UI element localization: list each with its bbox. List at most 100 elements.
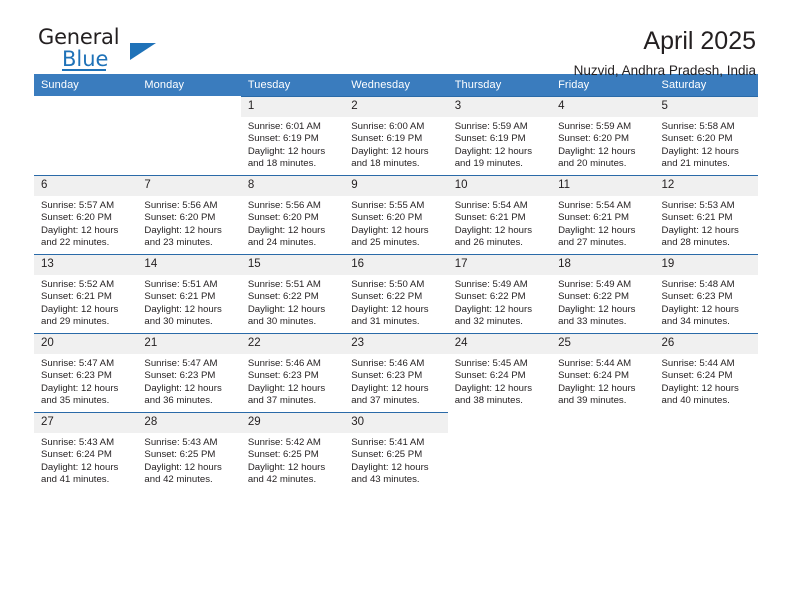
calendar-cell-inner: 16 Sunrise: 5:50 AM Sunset: 6:22 PM Dayligh…: [344, 254, 448, 333]
calendar-day-cell[interactable]: 13 Sunrise: 5:52 AM Sunset: 6:21 PM Dayligh…: [34, 254, 138, 333]
daylight-duration-line2: and 42 minutes.: [247, 474, 317, 486]
daylight-duration-line2: and 36 minutes.: [144, 395, 213, 407]
day-details: Sunrise: 6:01 AM Sunset: 6:19 PM Daylight:…: [241, 117, 344, 171]
sunset-time: Sunset: 6:21 PM: [661, 212, 733, 224]
day-details: Sunrise: 5:47 AM Sunset: 6:23 PM Daylight:…: [34, 354, 137, 408]
logo-underline: [62, 69, 106, 71]
daylight-duration-line1: Daylight: 12 hours: [454, 145, 533, 157]
day-number: 7: [137, 176, 241, 196]
calendar-day-cell[interactable]: 9 Sunrise: 5:55 AM Sunset: 6:20 PM Daylight…: [344, 175, 448, 254]
calendar-day-cell[interactable]: 26 Sunrise: 5:44 AM Sunset: 6:24 PM Dayligh…: [654, 333, 758, 412]
calendar-day-cell[interactable]: 25 Sunrise: 5:44 AM Sunset: 6:24 PM Dayligh…: [551, 333, 655, 412]
calendar-day-cell[interactable]: 10 Sunrise: 5:54 AM Sunset: 6:21 PM Dayligh…: [447, 175, 552, 254]
sunrise-time: Sunrise: 6:00 AM: [351, 121, 425, 132]
calendar-day-cell[interactable]: 15 Sunrise: 5:51 AM Sunset: 6:22 PM Dayligh…: [240, 254, 345, 333]
day-number: 28: [137, 413, 241, 433]
calendar-day-cell[interactable]: 20 Sunrise: 5:47 AM Sunset: 6:23 PM Dayligh…: [34, 333, 138, 412]
day-number: 23: [344, 334, 448, 354]
day-details: Sunrise: 5:57 AM Sunset: 6:20 PM Daylight:…: [34, 196, 137, 250]
sunrise-time: Sunrise: 5:49 AM: [558, 279, 632, 290]
sunrise-time: Sunrise: 5:44 AM: [661, 358, 735, 369]
daylight-duration-line1: Daylight: 12 hours: [351, 382, 429, 394]
daylight-duration-line1: Daylight: 12 hours: [558, 145, 636, 157]
daylight-duration-line2: and 24 minutes.: [247, 237, 317, 249]
calendar-day-cell[interactable]: 29 Sunrise: 5:42 AM Sunset: 6:25 PM Dayligh…: [240, 412, 345, 491]
calendar-day-cell[interactable]: 7 Sunrise: 5:56 AM Sunset: 6:20 PM Daylight…: [137, 175, 241, 254]
sunset-time: Sunset: 6:24 PM: [41, 449, 112, 461]
day-number: 12: [654, 176, 758, 196]
day-details: Sunrise: 5:41 AM Sunset: 6:25 PM Daylight:…: [344, 433, 447, 487]
daylight-duration-line1: Daylight: 12 hours: [41, 382, 119, 394]
calendar-day-cell[interactable]: 3 Sunrise: 5:59 AM Sunset: 6:19 PM Daylight…: [447, 96, 552, 175]
daylight-duration-line2: and 37 minutes.: [247, 395, 317, 407]
calendar-empty-cell: [137, 96, 241, 175]
daylight-duration-line1: Daylight: 12 hours: [41, 303, 119, 315]
calendar-day-cell[interactable]: 23 Sunrise: 5:46 AM Sunset: 6:23 PM Dayligh…: [344, 333, 448, 412]
calendar-day-cell[interactable]: 4 Sunrise: 5:59 AM Sunset: 6:20 PM Daylight…: [551, 96, 655, 175]
calendar-day-cell[interactable]: 24 Sunrise: 5:45 AM Sunset: 6:24 PM Dayligh…: [447, 333, 552, 412]
day-number: 2: [344, 97, 448, 117]
sunset-time: Sunset: 6:21 PM: [41, 291, 112, 303]
calendar-page: General Blue April 2025 Nuzvid, Andhra P…: [0, 0, 792, 612]
calendar-day-cell[interactable]: 27 Sunrise: 5:43 AM Sunset: 6:24 PM Dayligh…: [34, 412, 138, 491]
calendar-day-cell[interactable]: 22 Sunrise: 5:46 AM Sunset: 6:23 PM Dayligh…: [240, 333, 345, 412]
sunrise-time: Sunrise: 5:43 AM: [144, 437, 218, 448]
day-number: 29: [240, 413, 345, 433]
sunset-time: Sunset: 6:22 PM: [558, 291, 630, 303]
calendar-cell-inner: 6 Sunrise: 5:57 AM Sunset: 6:20 PM Daylight…: [34, 175, 138, 254]
calendar-cell-inner: 30 Sunrise: 5:41 AM Sunset: 6:25 PM Dayligh…: [344, 412, 448, 491]
day-details: Sunrise: 5:46 AM Sunset: 6:23 PM Daylight:…: [344, 354, 447, 408]
daylight-duration-line2: and 40 minutes.: [661, 395, 730, 407]
calendar-day-cell[interactable]: 12 Sunrise: 5:53 AM Sunset: 6:21 PM Dayligh…: [654, 175, 758, 254]
sunset-time: Sunset: 6:19 PM: [351, 133, 423, 145]
daylight-duration-line1: Daylight: 12 hours: [144, 303, 222, 315]
weekday-header-tuesday: Tuesday: [240, 74, 345, 96]
daylight-duration-line1: Daylight: 12 hours: [144, 461, 222, 473]
page-title: April 2025: [643, 27, 756, 55]
calendar-day-cell[interactable]: 16 Sunrise: 5:50 AM Sunset: 6:22 PM Dayligh…: [344, 254, 448, 333]
sunset-time: Sunset: 6:22 PM: [247, 291, 319, 303]
day-number: 18: [551, 255, 655, 275]
calendar-day-cell[interactable]: 17 Sunrise: 5:49 AM Sunset: 6:22 PM Dayligh…: [447, 254, 552, 333]
calendar-day-cell[interactable]: 18 Sunrise: 5:49 AM Sunset: 6:22 PM Dayligh…: [551, 254, 655, 333]
daylight-duration-line1: Daylight: 12 hours: [41, 224, 119, 236]
daylight-duration-line2: and 30 minutes.: [247, 316, 317, 328]
day-number: 10: [447, 176, 552, 196]
logo-text-general: General: [38, 25, 120, 49]
sunset-time: Sunset: 6:20 PM: [144, 212, 216, 224]
calendar-day-cell[interactable]: 1 Sunrise: 6:01 AM Sunset: 6:19 PM Daylight…: [240, 96, 345, 175]
calendar-week-row: 13 Sunrise: 5:52 AM Sunset: 6:21 PM Dayligh…: [34, 254, 758, 333]
calendar-day-cell[interactable]: 11 Sunrise: 5:54 AM Sunset: 6:21 PM Dayligh…: [551, 175, 655, 254]
calendar-empty-cell: [654, 412, 758, 491]
daylight-duration-line1: Daylight: 12 hours: [661, 382, 739, 394]
calendar-cell-inner: 23 Sunrise: 5:46 AM Sunset: 6:23 PM Dayligh…: [344, 333, 448, 412]
calendar-cell-inner: [137, 96, 240, 175]
day-number: 25: [551, 334, 655, 354]
calendar-day-cell[interactable]: 21 Sunrise: 5:47 AM Sunset: 6:23 PM Dayligh…: [137, 333, 241, 412]
daylight-duration-line2: and 33 minutes.: [558, 316, 627, 328]
day-details: Sunrise: 5:59 AM Sunset: 6:20 PM Daylight:…: [551, 117, 654, 171]
calendar-cell-inner: 21 Sunrise: 5:47 AM Sunset: 6:23 PM Dayligh…: [137, 333, 241, 412]
calendar-cell-inner: 24 Sunrise: 5:45 AM Sunset: 6:24 PM Dayligh…: [447, 333, 552, 412]
calendar-cell-inner: 12 Sunrise: 5:53 AM Sunset: 6:21 PM Dayligh…: [654, 175, 758, 254]
daylight-duration-line2: and 34 minutes.: [661, 316, 730, 328]
calendar-cell-inner: 11 Sunrise: 5:54 AM Sunset: 6:21 PM Dayligh…: [551, 175, 655, 254]
day-number: 9: [344, 176, 448, 196]
calendar-day-cell[interactable]: 30 Sunrise: 5:41 AM Sunset: 6:25 PM Dayligh…: [344, 412, 448, 491]
daylight-duration-line2: and 26 minutes.: [454, 237, 523, 249]
calendar-day-cell[interactable]: 6 Sunrise: 5:57 AM Sunset: 6:20 PM Daylight…: [34, 175, 138, 254]
calendar-day-cell[interactable]: 8 Sunrise: 5:56 AM Sunset: 6:20 PM Daylight…: [240, 175, 345, 254]
calendar-cell-inner: [448, 412, 551, 491]
sunrise-time: Sunrise: 5:56 AM: [247, 200, 321, 211]
calendar-day-cell[interactable]: 14 Sunrise: 5:51 AM Sunset: 6:21 PM Dayligh…: [137, 254, 241, 333]
day-number: 30: [344, 413, 448, 433]
day-details: Sunrise: 5:54 AM Sunset: 6:21 PM Daylight:…: [448, 196, 551, 250]
calendar-day-cell[interactable]: 2 Sunrise: 6:00 AM Sunset: 6:19 PM Daylight…: [344, 96, 448, 175]
calendar-day-cell[interactable]: 5 Sunrise: 5:58 AM Sunset: 6:20 PM Daylight…: [654, 96, 758, 175]
day-details: Sunrise: 5:47 AM Sunset: 6:23 PM Daylight:…: [137, 354, 240, 408]
daylight-duration-line2: and 18 minutes.: [351, 158, 420, 170]
sunrise-time: Sunrise: 5:54 AM: [454, 200, 528, 211]
calendar-day-cell[interactable]: 19 Sunrise: 5:48 AM Sunset: 6:23 PM Dayligh…: [654, 254, 758, 333]
calendar-day-cell[interactable]: 28 Sunrise: 5:43 AM Sunset: 6:25 PM Dayligh…: [137, 412, 241, 491]
day-details: Sunrise: 5:54 AM Sunset: 6:21 PM Daylight:…: [551, 196, 654, 250]
